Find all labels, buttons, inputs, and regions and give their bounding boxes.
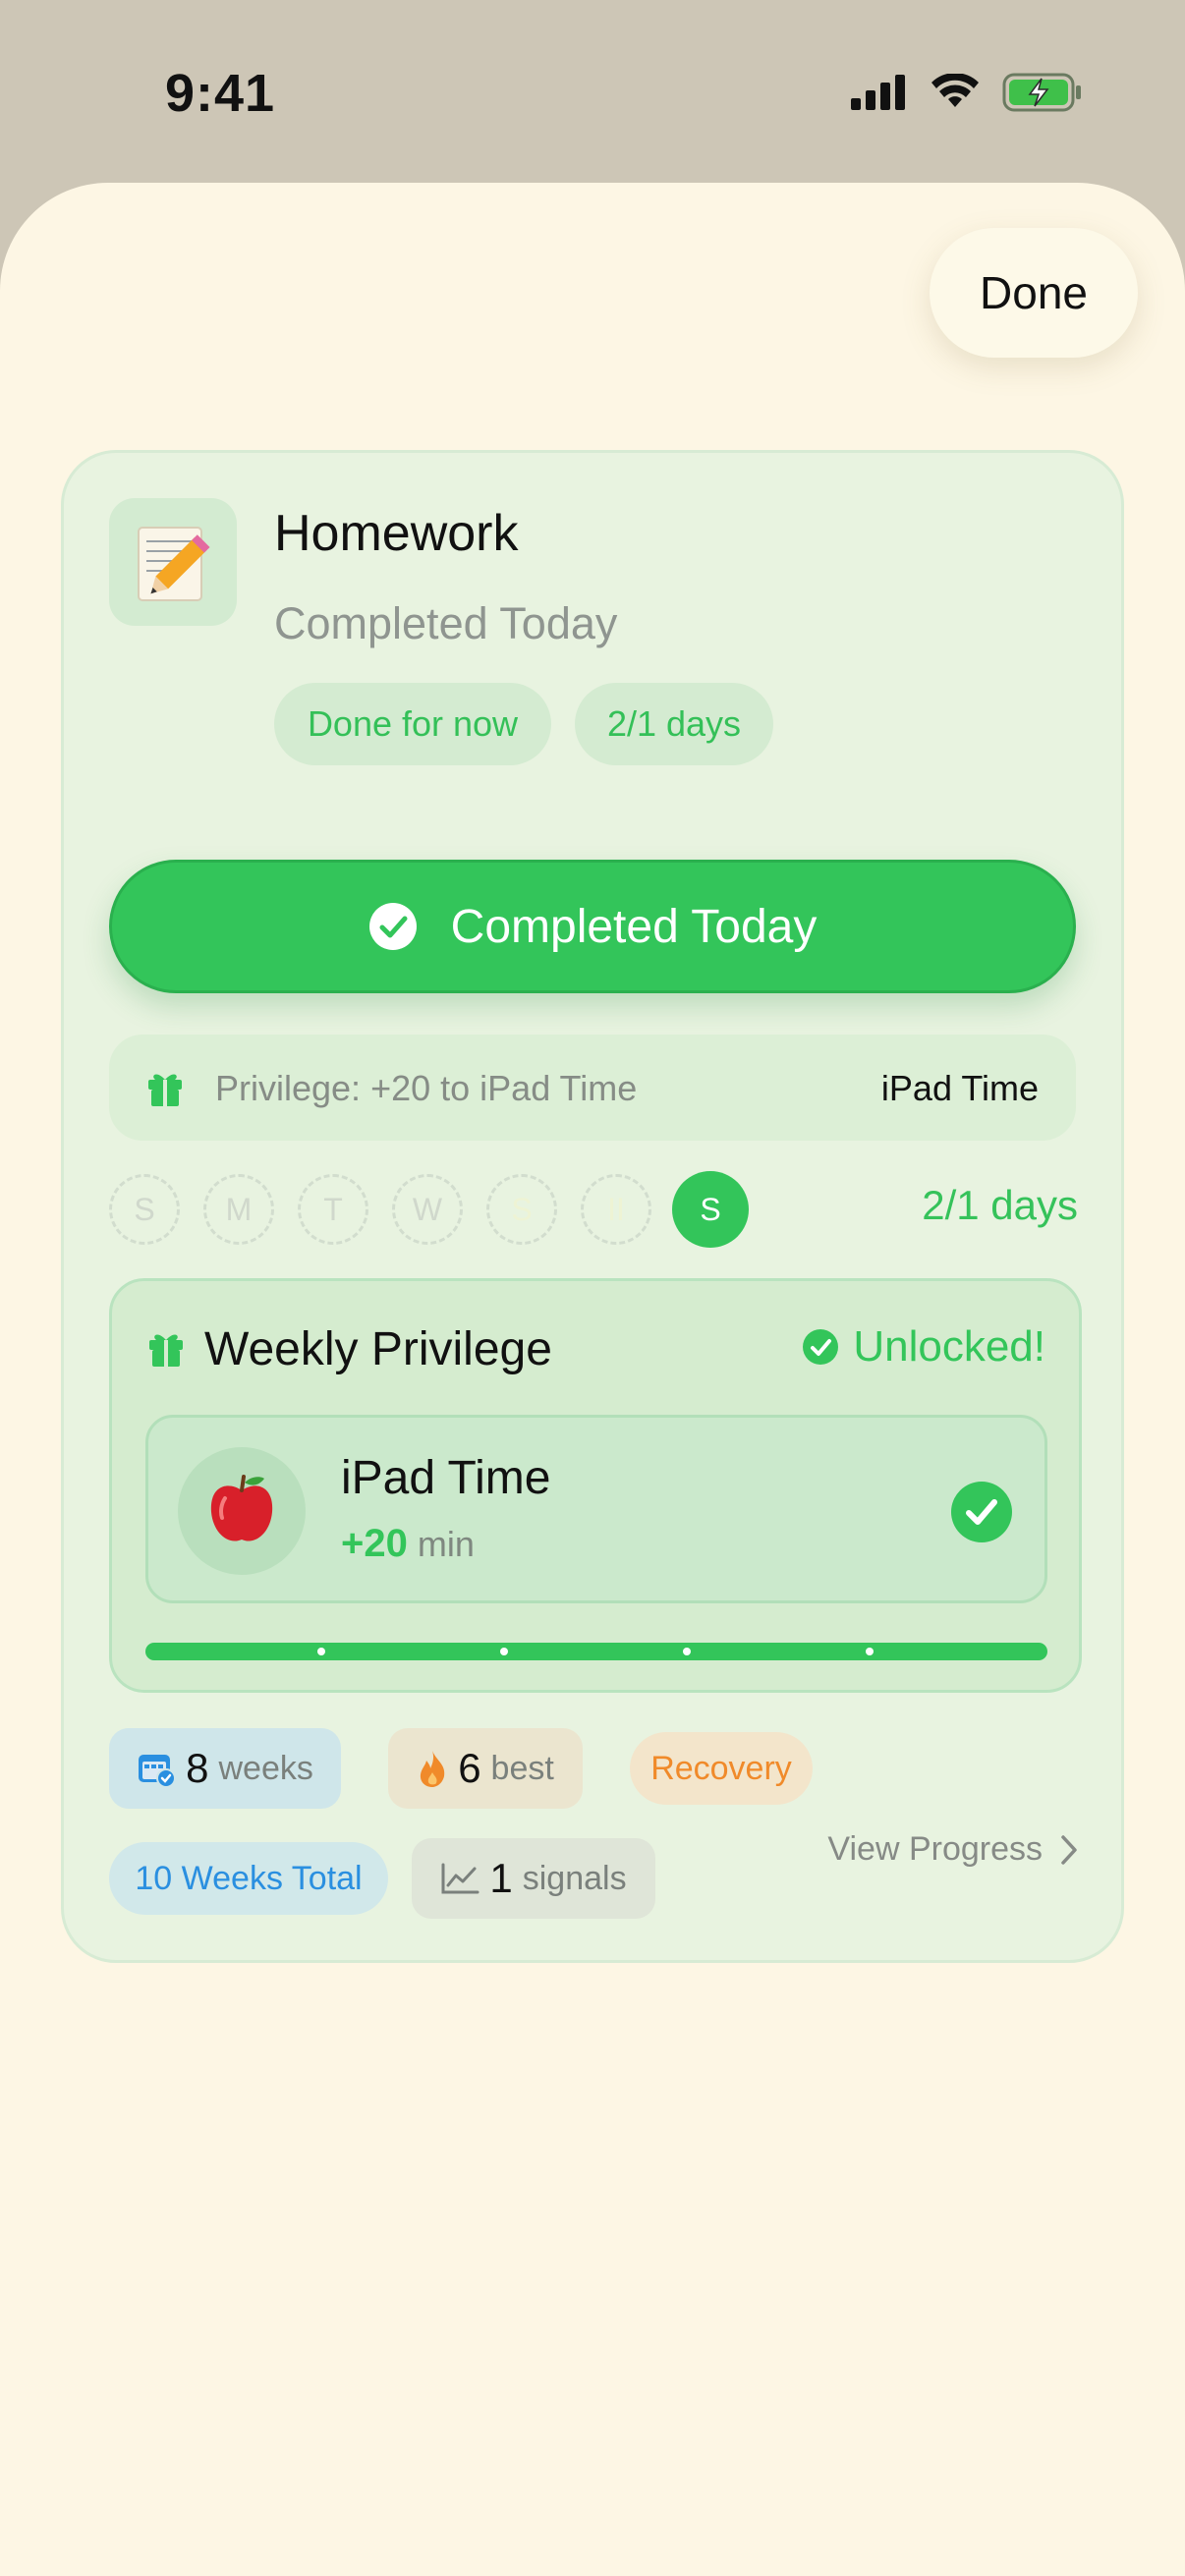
done-for-now-pill: Done for now [274, 683, 551, 765]
days-pill: 2/1 days [575, 683, 773, 765]
recovery-badge: Recovery [630, 1732, 813, 1805]
status-icons [851, 73, 1083, 112]
day-tuesday: T [298, 1174, 368, 1245]
day-monday: M [203, 1174, 274, 1245]
streak-count: 2/1 days [922, 1182, 1078, 1228]
signals-label: signals [522, 1859, 627, 1897]
habit-status: Completed Today [274, 598, 618, 648]
day-saturday-today: S [672, 1171, 749, 1248]
privilege-target: iPad Time [880, 1068, 1039, 1108]
weeks-chip: 8 weeks [109, 1728, 341, 1809]
gift-icon [149, 1334, 183, 1367]
habit-title: Homework [274, 505, 519, 562]
reward-amount: +20 [341, 1522, 408, 1565]
weekly-privilege-title: Weekly Privilege [204, 1323, 552, 1375]
apple-avatar [178, 1447, 306, 1575]
privilege-text: Privilege: +20 to iPad Time [215, 1068, 638, 1108]
best-label: best [490, 1749, 554, 1787]
view-progress-label: View Progress [827, 1830, 1043, 1868]
chevron-right-icon [1061, 1834, 1077, 1865]
apple-icon [210, 1475, 273, 1541]
checkmark-circle-icon [803, 1329, 839, 1365]
weekly-privilege-panel: Weekly Privilege Unlocked! iPad Time +20 [109, 1278, 1082, 1693]
privilege-row: Privilege: +20 to iPad Time iPad Time [109, 1035, 1076, 1141]
total-weeks-badge: 10 Weeks Total [109, 1842, 388, 1915]
day-friday-paused: II [581, 1174, 651, 1245]
progress-divider [866, 1648, 874, 1655]
progress-divider [500, 1648, 508, 1655]
battery-charging-icon [1002, 73, 1081, 112]
view-progress-link[interactable]: View Progress [827, 1830, 1078, 1869]
homework-emoji-tile [109, 498, 237, 626]
reward-name: iPad Time [341, 1452, 551, 1504]
habit-card: Homework Completed Today Done for now 2/… [61, 450, 1124, 1963]
wifi-icon [931, 74, 979, 107]
unlocked-label: Unlocked! [853, 1322, 1045, 1371]
calendar-check-icon [139, 1755, 177, 1788]
weekly-progress-bar [145, 1643, 1047, 1660]
checkmark-circle-icon [368, 903, 417, 950]
checkmark-circle-icon [951, 1482, 1012, 1542]
progress-divider [317, 1648, 325, 1655]
weeks-value: 8 [186, 1745, 209, 1791]
completed-today-button[interactable]: Completed Today [109, 860, 1076, 993]
done-button[interactable]: Done [930, 228, 1138, 358]
signals-value: 1 [489, 1855, 513, 1901]
progress-divider [683, 1648, 691, 1655]
best-chip: 6 best [388, 1728, 583, 1809]
cellular-signal-icon [851, 75, 905, 110]
day-thursday: S [486, 1174, 557, 1245]
status-bar: 9:41 [0, 0, 1185, 187]
reward-amount-row: +20 min [341, 1522, 475, 1566]
unlocked-status: Unlocked! [802, 1322, 1045, 1372]
day-wednesday: W [392, 1174, 463, 1245]
memo-pencil-icon [138, 527, 210, 601]
signals-chip: 1 signals [412, 1838, 655, 1919]
best-value: 6 [458, 1745, 481, 1791]
day-sunday: S [109, 1174, 180, 1245]
trend-chart-icon [441, 1863, 480, 1894]
flame-icon [421, 1751, 445, 1787]
weeks-label: weeks [218, 1749, 313, 1787]
completed-today-label: Completed Today [450, 900, 818, 953]
reward-unit: min [417, 1524, 475, 1564]
reward-card: iPad Time +20 min [145, 1415, 1047, 1603]
status-time: 9:41 [165, 64, 276, 123]
gift-icon [148, 1074, 182, 1106]
